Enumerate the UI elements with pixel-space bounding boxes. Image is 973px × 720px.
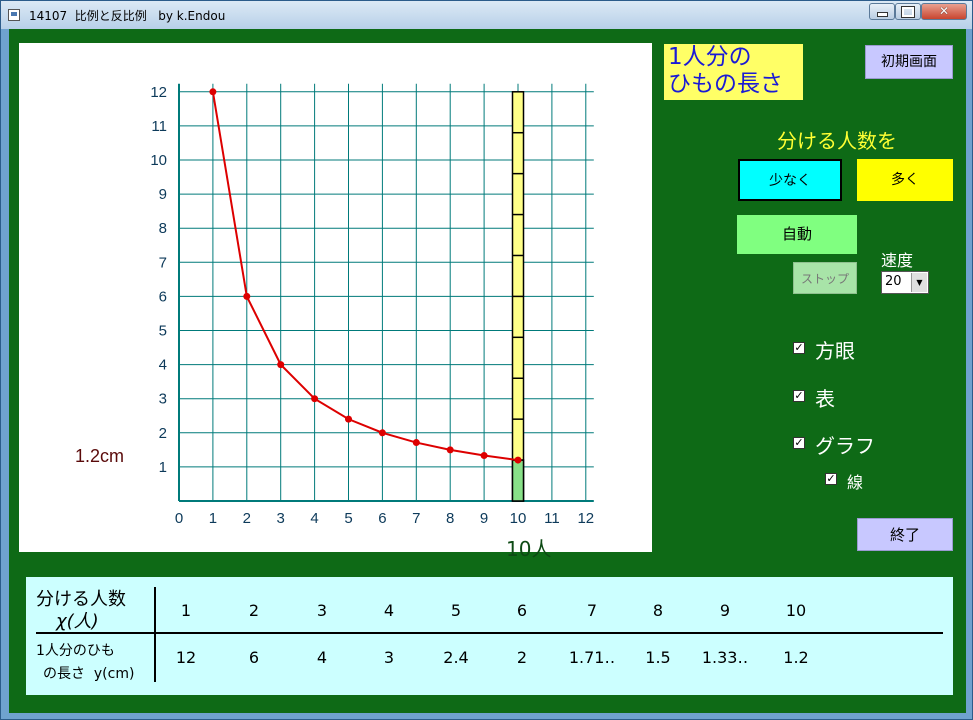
- y-value-cell: 12: [175, 648, 197, 667]
- data-point: [378, 429, 386, 437]
- minimize-button[interactable]: [869, 3, 895, 20]
- maximize-icon: [901, 6, 915, 18]
- y-value-cell: 2.4: [443, 648, 469, 667]
- speed-select[interactable]: 20 ▼: [881, 271, 929, 294]
- x-value-cell: 4: [383, 601, 395, 620]
- x-tick-label: 5: [344, 510, 352, 527]
- inverse-proportion-chart: 0 1 2 3 4 5 6 7 8 9 10 11 12123456789101112: [150, 83, 594, 527]
- x-header-symbol: χ(人): [56, 611, 99, 632]
- string-bar-share: [511, 459, 525, 502]
- people-count-label: 10人: [506, 537, 552, 561]
- data-point: [345, 415, 352, 423]
- y-tick-label: 12: [150, 84, 167, 101]
- y-header-label: 1人分のひも: [36, 643, 115, 659]
- speed-label: 速度: [881, 251, 914, 270]
- graph-checkbox-label: グラフ: [815, 434, 875, 458]
- divide-caption: 分ける人数を: [777, 129, 897, 153]
- y-value-cell: 1.71‥: [568, 648, 616, 667]
- x-tick-label: 8: [446, 510, 454, 527]
- x-value-cell: 6: [516, 601, 528, 620]
- y-value-cell: 6: [248, 648, 260, 667]
- data-point: [480, 452, 488, 460]
- close-button[interactable]: ✕: [921, 3, 967, 20]
- checkbox-check-icon[interactable]: ✓: [793, 342, 805, 354]
- x-value-cell: 7: [586, 601, 598, 620]
- y-tick-label: 8: [159, 220, 167, 237]
- x-value-cell: 3: [316, 601, 328, 620]
- x-tick-label: 6: [378, 510, 386, 527]
- reset-button[interactable]: 初期画面: [865, 45, 953, 79]
- client-area: 0 1 2 3 4 5 6 7 8 9 10 11 12 1 2 3 4 5 6 7 8 9 10 11 12 1.2cm 10…: [9, 29, 966, 713]
- y-tick-label: 1: [159, 459, 167, 476]
- x-tick-label: 4: [310, 510, 318, 527]
- y-tick-label: 6: [159, 288, 167, 305]
- graph-panel: 0 1 2 3 4 5 6 7 8 9 10 11 12 1 2 3 4 5 6 7 8 9 10 11 12 1.2cm 10…: [19, 43, 652, 561]
- x-tick-label: 0: [175, 510, 183, 527]
- minimize-icon: [876, 12, 888, 17]
- checkbox-check-icon[interactable]: ✓: [793, 437, 805, 449]
- data-point: [412, 439, 420, 447]
- x-value-cell: 10: [785, 601, 807, 620]
- x-tick-label: 10: [510, 510, 527, 527]
- data-point: [514, 456, 522, 464]
- current-length-readout: 1.2cm: [75, 446, 125, 466]
- stop-button[interactable]: ストップ: [793, 262, 857, 294]
- series-line: [211, 91, 519, 462]
- x-value-cell: 5: [450, 601, 462, 620]
- table-divider-horizontal: [36, 632, 943, 634]
- x-tick-label: 2: [243, 510, 251, 527]
- y-header-symbol: の長さ y(cm): [43, 666, 135, 682]
- app-icon: [8, 9, 20, 21]
- title-bar: 14107 比例と反比例 by k.Endou ✕: [1, 1, 972, 29]
- x-tick-label: 12: [577, 510, 594, 527]
- x-tick-label: 3: [277, 510, 285, 527]
- data-point: [209, 88, 217, 96]
- x-tick-label: 1: [209, 510, 217, 527]
- x-tick-label: 7: [412, 510, 420, 527]
- y-tick-label: 11: [151, 118, 167, 135]
- x-value-cell: 1: [180, 601, 192, 620]
- data-point: [277, 361, 285, 369]
- length-title-line2: ひもの長さ: [668, 71, 783, 97]
- x-value-cell: 8: [652, 601, 664, 620]
- value-table: 分ける人数 χ(人) 1人分のひも の長さ y(cm) 1 2 3 4 5 6 7 8 9 10 …: [26, 577, 953, 695]
- window-title: 14107 比例と反比例 by k.Endou: [29, 9, 226, 23]
- y-tick-label: 9: [159, 186, 167, 203]
- checkbox-check-icon[interactable]: ✓: [793, 390, 805, 402]
- chevron-down-icon[interactable]: ▼: [911, 273, 927, 292]
- y-tick-label: 4: [159, 357, 167, 374]
- x-tick-label: 9: [480, 510, 488, 527]
- speed-value: 20: [885, 274, 902, 289]
- more-button[interactable]: 多く: [857, 159, 953, 201]
- y-tick-label: 3: [159, 391, 167, 408]
- y-value-cell: 1.33‥: [701, 648, 749, 667]
- close-icon: ✕: [938, 4, 950, 18]
- auto-button[interactable]: 自動: [737, 215, 857, 254]
- fewer-button[interactable]: 少なく: [738, 159, 842, 201]
- maximize-button[interactable]: [895, 3, 921, 20]
- x-value-cell: 9: [719, 601, 731, 620]
- line-checkbox-label: 線: [847, 473, 864, 492]
- x-value-cell: 2: [248, 601, 260, 620]
- table-checkbox-label: 表: [815, 387, 835, 411]
- grid-checkbox-label: 方眼: [815, 339, 855, 363]
- checkbox-check-icon[interactable]: ✓: [825, 473, 837, 485]
- y-tick-label: 5: [159, 323, 167, 340]
- data-point: [243, 292, 251, 300]
- y-value-cell: 3: [383, 648, 395, 667]
- length-title: 1人分の ひもの長さ: [664, 44, 803, 100]
- y-tick-label: 2: [159, 425, 167, 442]
- y-tick-label: 10: [150, 152, 167, 169]
- y-value-cell: 4: [316, 648, 328, 667]
- y-value-cell: 1.5: [645, 648, 671, 667]
- data-point: [446, 446, 454, 454]
- x-tick-label: 11: [544, 510, 560, 527]
- y-value-cell: 2: [516, 648, 528, 667]
- y-value-cell: 1.2: [783, 648, 809, 667]
- length-title-line1: 1人分の: [668, 44, 752, 70]
- y-tick-label: 7: [159, 254, 167, 271]
- app-window: 14107 比例と反比例 by k.Endou ✕ 0 1 2 3 4 5 6 7 8 9 10 11…: [0, 0, 973, 720]
- data-point: [311, 395, 319, 403]
- exit-button[interactable]: 終了: [857, 518, 953, 551]
